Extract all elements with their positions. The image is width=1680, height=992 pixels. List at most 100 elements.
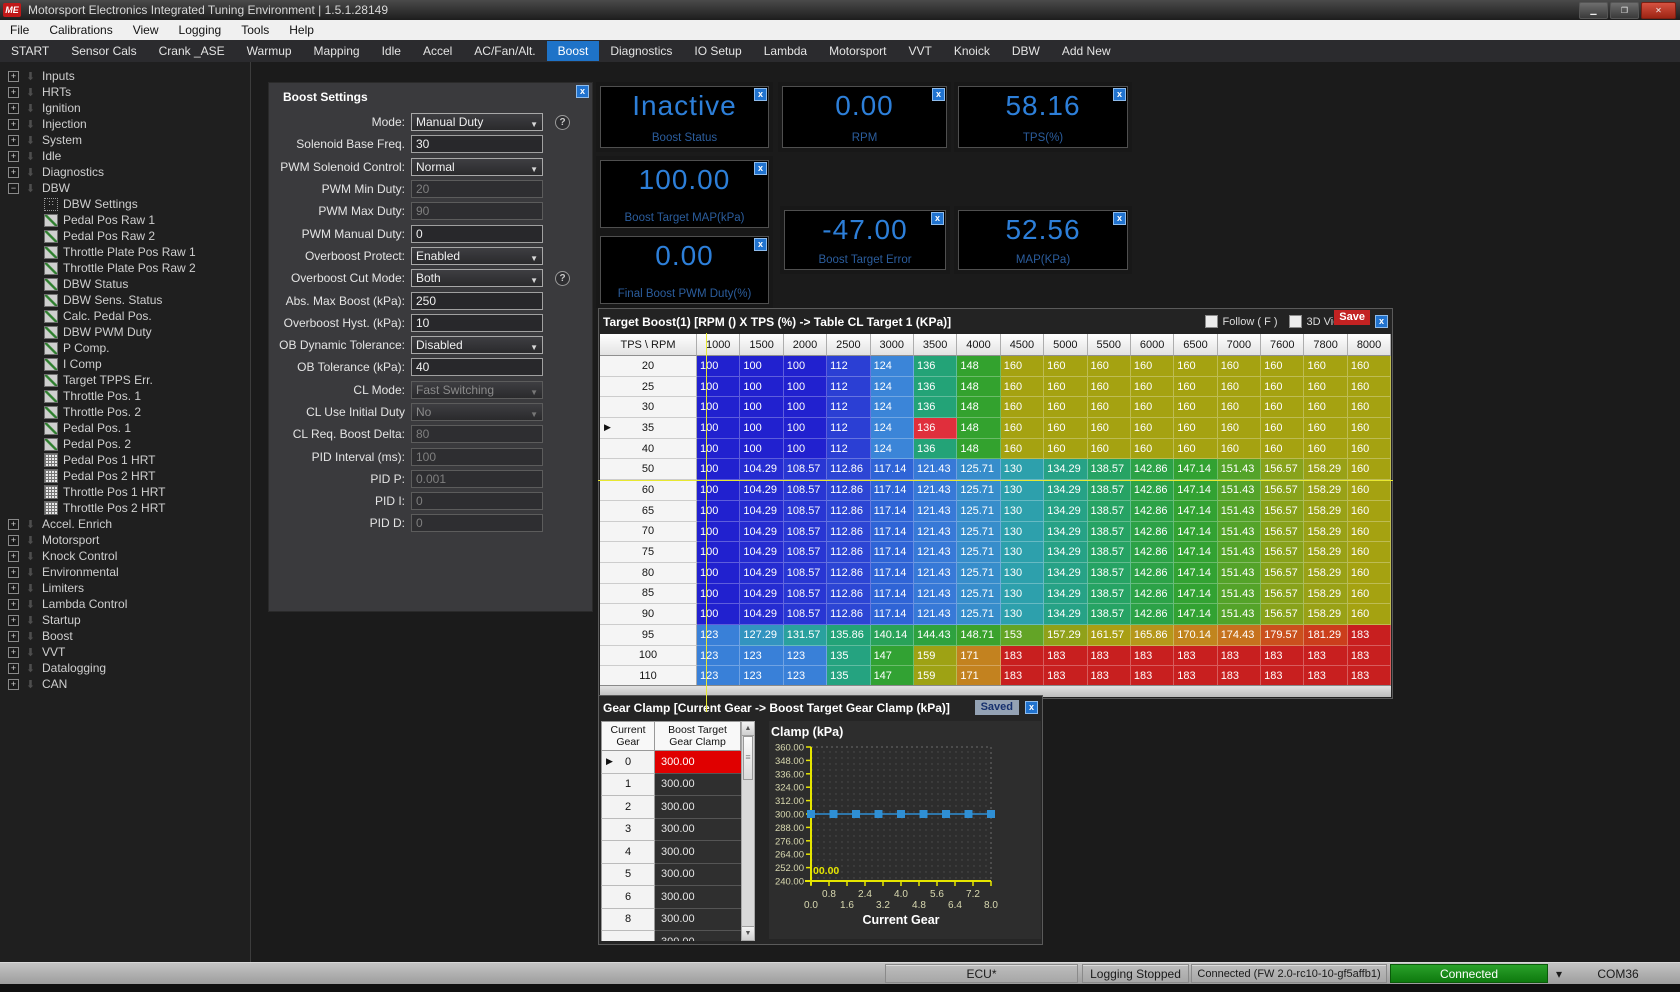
data-marker[interactable] bbox=[965, 810, 973, 818]
boost-cell[interactable]: 135.86 bbox=[827, 625, 870, 646]
tab-crank-ase[interactable]: Crank _ASE bbox=[148, 41, 236, 61]
sidebar-item-diagnostics[interactable]: +⬇Diagnostics bbox=[0, 164, 250, 180]
boost-cell[interactable]: 158.29 bbox=[1304, 584, 1347, 605]
sidebar-item-throttle-pos-2[interactable]: Throttle Pos. 2 bbox=[0, 404, 250, 420]
3d-view-checkbox[interactable] bbox=[1289, 315, 1302, 328]
boost-cell[interactable]: 104.29 bbox=[740, 542, 783, 563]
boost-cell[interactable]: 183 bbox=[1261, 666, 1304, 687]
sidebar-item-throttle-plate-pos-raw-1[interactable]: Throttle Plate Pos Raw 1 bbox=[0, 244, 250, 260]
scrollbar-thumb[interactable] bbox=[743, 736, 753, 780]
boost-cell[interactable]: 156.57 bbox=[1261, 501, 1304, 522]
boost-cell[interactable]: 160 bbox=[1304, 377, 1347, 398]
expand-icon[interactable]: + bbox=[8, 599, 19, 610]
boost-cell[interactable]: 159 bbox=[914, 666, 957, 687]
sidebar-item-startup[interactable]: +⬇Startup bbox=[0, 612, 250, 628]
rpm-column-header[interactable]: 6000 bbox=[1131, 334, 1174, 356]
boost-cell[interactable]: 100 bbox=[697, 563, 740, 584]
boost-cell[interactable]: 100 bbox=[697, 439, 740, 460]
close-table-icon[interactable]: x bbox=[1375, 315, 1388, 328]
sidebar-item-pedal-pos-raw-1[interactable]: Pedal Pos Raw 1 bbox=[0, 212, 250, 228]
boost-cell[interactable]: 183 bbox=[1088, 646, 1131, 667]
boost-cell[interactable]: 151.43 bbox=[1218, 584, 1261, 605]
boost-cell[interactable]: 117.14 bbox=[871, 584, 914, 605]
boost-cell[interactable]: 121.43 bbox=[914, 604, 957, 625]
boost-cell[interactable]: 125.71 bbox=[957, 604, 1000, 625]
expand-icon[interactable]: + bbox=[8, 663, 19, 674]
boost-cell[interactable]: 160 bbox=[1001, 377, 1044, 398]
boost-cell[interactable]: 136 bbox=[914, 418, 957, 439]
boost-cell[interactable]: 123 bbox=[697, 625, 740, 646]
boost-cell[interactable]: 183 bbox=[1088, 666, 1131, 687]
abs-max-boost-kpa-field[interactable]: 250 bbox=[411, 292, 543, 310]
tps-row-header[interactable]: 60 bbox=[600, 480, 697, 501]
expand-icon[interactable]: + bbox=[8, 535, 19, 546]
follow-checkbox[interactable] bbox=[1205, 315, 1218, 328]
rpm-column-header[interactable]: 4000 bbox=[957, 334, 1000, 356]
boost-cell[interactable]: 183 bbox=[1261, 646, 1304, 667]
boost-cell[interactable]: 138.57 bbox=[1088, 522, 1131, 543]
collapse-icon[interactable]: − bbox=[8, 183, 19, 194]
data-marker[interactable] bbox=[987, 810, 995, 818]
boost-cell[interactable]: 148.71 bbox=[957, 625, 1000, 646]
boost-cell[interactable]: 138.57 bbox=[1088, 542, 1131, 563]
boost-cell[interactable]: 183 bbox=[1348, 646, 1391, 667]
boost-cell[interactable]: 151.43 bbox=[1218, 563, 1261, 584]
boost-cell[interactable]: 160 bbox=[1304, 397, 1347, 418]
clamp-value-cell[interactable]: 300.00 bbox=[655, 909, 741, 932]
close-gauge-icon[interactable]: x bbox=[754, 162, 767, 175]
boost-cell[interactable]: 183 bbox=[1218, 646, 1261, 667]
boost-cell[interactable]: 130 bbox=[1001, 459, 1044, 480]
menu-view[interactable]: View bbox=[123, 21, 169, 39]
boost-cell[interactable]: 135 bbox=[827, 646, 870, 667]
boost-cell[interactable]: 160 bbox=[1088, 439, 1131, 460]
rpm-column-header[interactable]: 1500 bbox=[740, 334, 783, 356]
sidebar-item-environmental[interactable]: +⬇Environmental bbox=[0, 564, 250, 580]
rpm-column-header[interactable]: 1000 bbox=[697, 334, 740, 356]
boost-cell[interactable]: 134.29 bbox=[1044, 604, 1087, 625]
help-icon[interactable]: ? bbox=[555, 271, 570, 286]
tps-row-header[interactable]: 30 bbox=[600, 397, 697, 418]
menu-calibrations[interactable]: Calibrations bbox=[39, 21, 122, 39]
close-gauge-icon[interactable]: x bbox=[754, 88, 767, 101]
pwm-manual-duty-field[interactable]: 0 bbox=[411, 225, 543, 243]
boost-cell[interactable]: 112.86 bbox=[827, 604, 870, 625]
boost-cell[interactable]: 160 bbox=[1348, 563, 1391, 584]
boost-cell[interactable]: 108.57 bbox=[784, 459, 827, 480]
boost-cell[interactable]: 117.14 bbox=[871, 563, 914, 584]
boost-cell[interactable]: 130 bbox=[1001, 522, 1044, 543]
boost-cell[interactable]: 147.14 bbox=[1174, 501, 1217, 522]
boost-cell[interactable]: 148 bbox=[957, 377, 1000, 398]
boost-cell[interactable]: 160 bbox=[1218, 377, 1261, 398]
boost-cell[interactable]: 183 bbox=[1304, 646, 1347, 667]
gear-cell[interactable]: 1 bbox=[601, 774, 655, 797]
boost-cell[interactable]: 183 bbox=[1304, 666, 1347, 687]
boost-cell[interactable]: 160 bbox=[1174, 356, 1217, 377]
boost-cell[interactable]: 160 bbox=[1218, 397, 1261, 418]
tab-mapping[interactable]: Mapping bbox=[303, 41, 371, 61]
expand-icon[interactable]: + bbox=[8, 679, 19, 690]
expand-icon[interactable]: + bbox=[8, 119, 19, 130]
boost-cell[interactable]: 123 bbox=[784, 666, 827, 687]
boost-cell[interactable]: 117.14 bbox=[871, 480, 914, 501]
boost-cell[interactable]: 151.43 bbox=[1218, 501, 1261, 522]
boost-cell[interactable]: 100 bbox=[784, 418, 827, 439]
gear-table-scrollbar[interactable]: ▲ ▼ bbox=[741, 721, 755, 941]
tab-vvt[interactable]: VVT bbox=[897, 41, 942, 61]
boost-cell[interactable]: 124 bbox=[871, 418, 914, 439]
boost-cell[interactable]: 108.57 bbox=[784, 584, 827, 605]
tps-row-header[interactable]: 100 bbox=[600, 646, 697, 667]
data-marker[interactable] bbox=[920, 810, 928, 818]
boost-cell[interactable]: 160 bbox=[1088, 356, 1131, 377]
expand-icon[interactable]: + bbox=[8, 551, 19, 562]
sidebar-item-pedal-pos-1-hrt[interactable]: Pedal Pos 1 HRT bbox=[0, 452, 250, 468]
boost-cell[interactable]: 100 bbox=[697, 418, 740, 439]
tab-knoick[interactable]: Knoick bbox=[943, 41, 1001, 61]
clamp-value-cell[interactable]: 300.00 bbox=[655, 864, 741, 887]
boost-cell[interactable]: 183 bbox=[1174, 666, 1217, 687]
sidebar-item-throttle-pos-1[interactable]: Throttle Pos. 1 bbox=[0, 388, 250, 404]
boost-cell[interactable]: 134.29 bbox=[1044, 480, 1087, 501]
boost-cell[interactable]: 121.43 bbox=[914, 563, 957, 584]
boost-cell[interactable]: 160 bbox=[1174, 418, 1217, 439]
boost-cell[interactable]: 147.14 bbox=[1174, 563, 1217, 584]
boost-cell[interactable]: 160 bbox=[1001, 439, 1044, 460]
